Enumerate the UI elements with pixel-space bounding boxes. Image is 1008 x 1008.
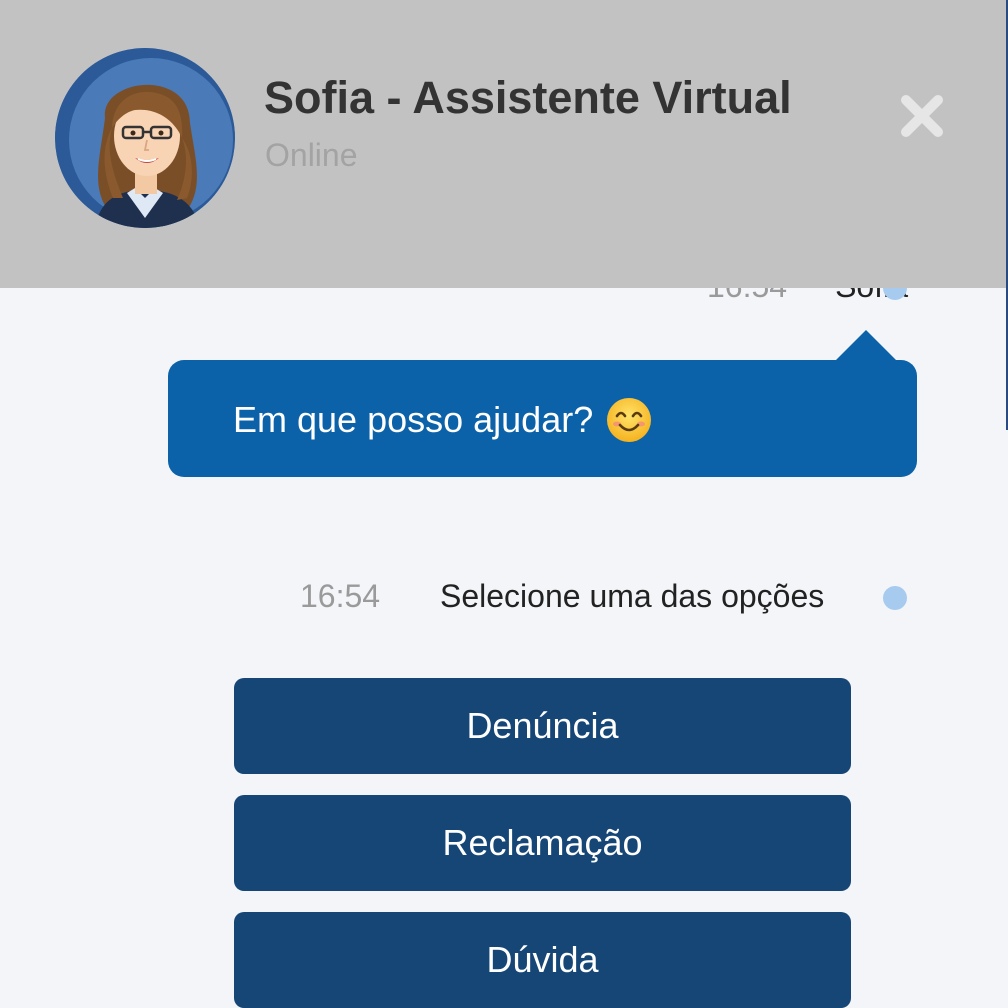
options-message-time: 16:54	[300, 578, 381, 614]
bot-message-content: Em que posso ajudar?	[233, 396, 653, 444]
bot-message-text: Em que posso ajudar?	[233, 399, 594, 440]
chat-window: 16:54Sofia	[0, 0, 1008, 1008]
assistant-avatar	[55, 48, 235, 228]
bubble-pointer	[834, 330, 898, 362]
options-message-status-dot	[883, 586, 907, 610]
smiling-face-icon	[605, 396, 653, 444]
options-message-text: Selecione uma das opções	[440, 578, 825, 614]
option-denuncia-button[interactable]: Denúncia	[234, 678, 851, 774]
assistant-name: Sofia - Assistente Virtual	[264, 72, 792, 123]
chat-header: Sofia - Assistente Virtual Online	[0, 0, 1006, 288]
bot-message-bubble: Em que posso ajudar?	[168, 360, 917, 477]
option-duvida-button[interactable]: Dúvida	[234, 912, 851, 1008]
option-reclamacao-button[interactable]: Reclamação	[234, 795, 851, 891]
online-status: Online	[265, 137, 358, 173]
close-icon[interactable]	[894, 88, 950, 144]
